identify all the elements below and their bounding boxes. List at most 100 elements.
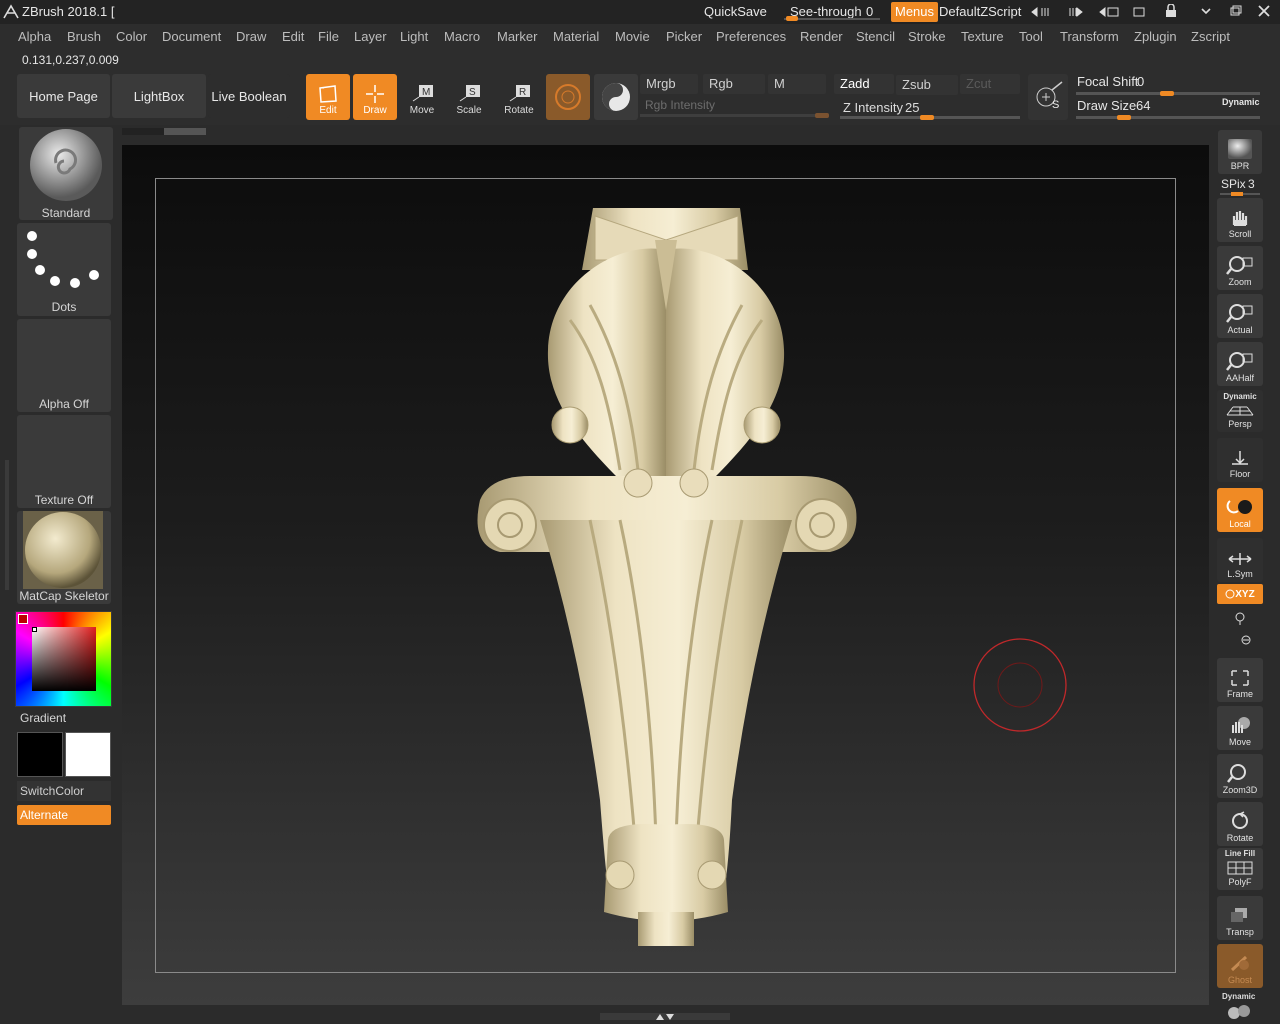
rgb-intensity-slider[interactable] <box>640 114 828 117</box>
rgb-intensity-knob[interactable] <box>815 113 829 118</box>
lock-icon[interactable] <box>1164 4 1178 18</box>
menu-zplugin[interactable]: Zplugin <box>1134 29 1177 44</box>
draw-size-label[interactable]: Draw Size <box>1077 98 1136 113</box>
canvas-scrollbar-track[interactable] <box>122 128 206 135</box>
color-picker[interactable] <box>15 611 112 707</box>
menu-preferences[interactable]: Preferences <box>716 29 786 44</box>
draw-mode-button[interactable]: Draw <box>353 74 397 120</box>
focal-shift-value[interactable]: 0 <box>1137 74 1144 89</box>
quicksave-button[interactable]: QuickSave <box>704 4 767 19</box>
color-selector-cursor[interactable] <box>32 627 37 632</box>
transp-button[interactable]: Transp <box>1217 896 1263 940</box>
rotate-mode-button[interactable]: R Rotate <box>497 74 541 120</box>
focal-shift-label[interactable]: Focal Shift <box>1077 74 1138 89</box>
menus-button[interactable]: Menus <box>891 2 939 22</box>
see-through-slider[interactable] <box>784 18 880 20</box>
gizmo-toggle-button[interactable] <box>594 74 638 120</box>
menu-picker[interactable]: Picker <box>666 29 702 44</box>
move-mode-button[interactable]: M Move <box>400 74 444 120</box>
menu-marker[interactable]: Marker <box>497 29 537 44</box>
menu-light[interactable]: Light <box>400 29 428 44</box>
material-picker[interactable]: MatCap Skeletor <box>17 511 111 604</box>
tray-arrows-icon[interactable] <box>654 1012 676 1022</box>
floor-button[interactable]: Floor <box>1217 438 1263 482</box>
maximize-icon[interactable] <box>1230 5 1242 17</box>
texture-picker[interactable]: Texture Off <box>17 415 111 508</box>
rotate-3d-button[interactable]: Rotate <box>1217 802 1263 846</box>
bpr-button[interactable]: BPR <box>1218 130 1262 174</box>
menu-draw[interactable]: Draw <box>236 29 266 44</box>
left-tray-handle[interactable] <box>5 460 9 590</box>
mrgb-button[interactable]: Mrgb <box>640 74 698 94</box>
lightbox-button[interactable]: LightBox <box>112 74 206 118</box>
menu-edit[interactable]: Edit <box>282 29 304 44</box>
default-zscript-button[interactable]: DefaultZScript <box>939 4 1021 19</box>
lsym-button[interactable]: L.Sym <box>1217 538 1263 582</box>
scroll-button[interactable]: Scroll <box>1217 198 1263 242</box>
zcut-button[interactable]: Zcut <box>960 74 1020 94</box>
edit-mode-button[interactable]: Edit <box>306 74 350 120</box>
alternate-button[interactable]: Alternate <box>17 805 111 825</box>
draw-size-value[interactable]: 64 <box>1136 98 1150 113</box>
menu-render[interactable]: Render <box>800 29 843 44</box>
see-through-knob[interactable] <box>786 16 798 21</box>
y-rotate-icon[interactable] <box>1232 611 1248 625</box>
m-button[interactable]: M <box>768 74 826 94</box>
main-color-swatch[interactable] <box>18 614 28 624</box>
rgb-intensity-label[interactable]: Rgb Intensity <box>645 98 715 112</box>
local-button[interactable]: Local <box>1217 488 1263 532</box>
zadd-button[interactable]: Zadd <box>834 74 894 94</box>
menu-layer[interactable]: Layer <box>354 29 387 44</box>
frame-button[interactable]: Frame <box>1217 658 1263 702</box>
menu-tool[interactable]: Tool <box>1019 29 1043 44</box>
ghost-button[interactable]: Ghost <box>1217 944 1263 988</box>
dynamic-toggle[interactable]: Dynamic <box>1222 97 1260 107</box>
z-intensity-knob[interactable] <box>920 115 934 120</box>
spix-value[interactable]: 3 <box>1248 177 1255 191</box>
zoom-button[interactable]: Zoom <box>1217 246 1263 290</box>
move-3d-button[interactable]: Move <box>1217 706 1263 750</box>
menu-file[interactable]: File <box>318 29 339 44</box>
home-page-button[interactable]: Home Page <box>17 74 110 118</box>
menu-macro[interactable]: Macro <box>444 29 480 44</box>
see-through-value[interactable]: 0 <box>866 4 873 19</box>
menu-material[interactable]: Material <box>553 29 599 44</box>
draw-size-slider[interactable] <box>1076 116 1260 119</box>
ornate-leg-model[interactable] <box>470 200 862 950</box>
menu-zscript[interactable]: Zscript <box>1191 29 1230 44</box>
z-intensity-label[interactable]: Z Intensity <box>843 100 903 115</box>
actual-button[interactable]: Actual <box>1217 294 1263 338</box>
minimize-icon[interactable] <box>1200 6 1212 16</box>
menu-stencil[interactable]: Stencil <box>856 29 895 44</box>
primary-color-swatch[interactable] <box>65 732 111 777</box>
focal-shift-knob[interactable] <box>1160 91 1174 96</box>
aahalf-button[interactable]: AAHalf <box>1217 342 1263 386</box>
menu-stroke[interactable]: Stroke <box>908 29 946 44</box>
solo-spheres-icon[interactable] <box>1226 1002 1254 1020</box>
color-saturation-square[interactable] <box>32 627 96 691</box>
menu-color[interactable]: Color <box>116 29 147 44</box>
menu-alpha[interactable]: Alpha <box>18 29 51 44</box>
menu-texture[interactable]: Texture <box>961 29 1004 44</box>
alpha-picker[interactable]: Alpha Off <box>17 319 111 412</box>
zsub-button[interactable]: Zsub <box>896 75 958 95</box>
stroke-picker[interactable]: Dots <box>17 223 111 316</box>
dynamic-subdiv-label[interactable]: Dynamic <box>1222 992 1255 1001</box>
gradient-label[interactable]: Gradient <box>20 711 66 725</box>
brush-picker[interactable]: Standard <box>19 127 113 220</box>
material-sphere-button[interactable] <box>546 74 590 120</box>
zoom3d-button[interactable]: Zoom3D <box>1217 754 1263 798</box>
switch-color-button[interactable]: SwitchColor <box>17 781 111 801</box>
menu-movie[interactable]: Movie <box>615 29 650 44</box>
secondary-color-swatch[interactable] <box>17 732 63 777</box>
polyf-button[interactable]: Line Fill PolyF <box>1217 848 1263 890</box>
live-boolean-button[interactable]: Live Boolean <box>208 74 290 118</box>
close-icon[interactable] <box>1258 5 1270 17</box>
lazy-mouse-button[interactable]: S <box>1028 74 1068 120</box>
spix-knob[interactable] <box>1231 192 1243 196</box>
see-through-label[interactable]: See-through <box>790 4 862 19</box>
scale-mode-button[interactable]: S Scale <box>447 74 491 120</box>
menu-document[interactable]: Document <box>162 29 221 44</box>
menu-brush[interactable]: Brush <box>67 29 101 44</box>
layout-arrows-icon[interactable] <box>1030 6 1150 18</box>
